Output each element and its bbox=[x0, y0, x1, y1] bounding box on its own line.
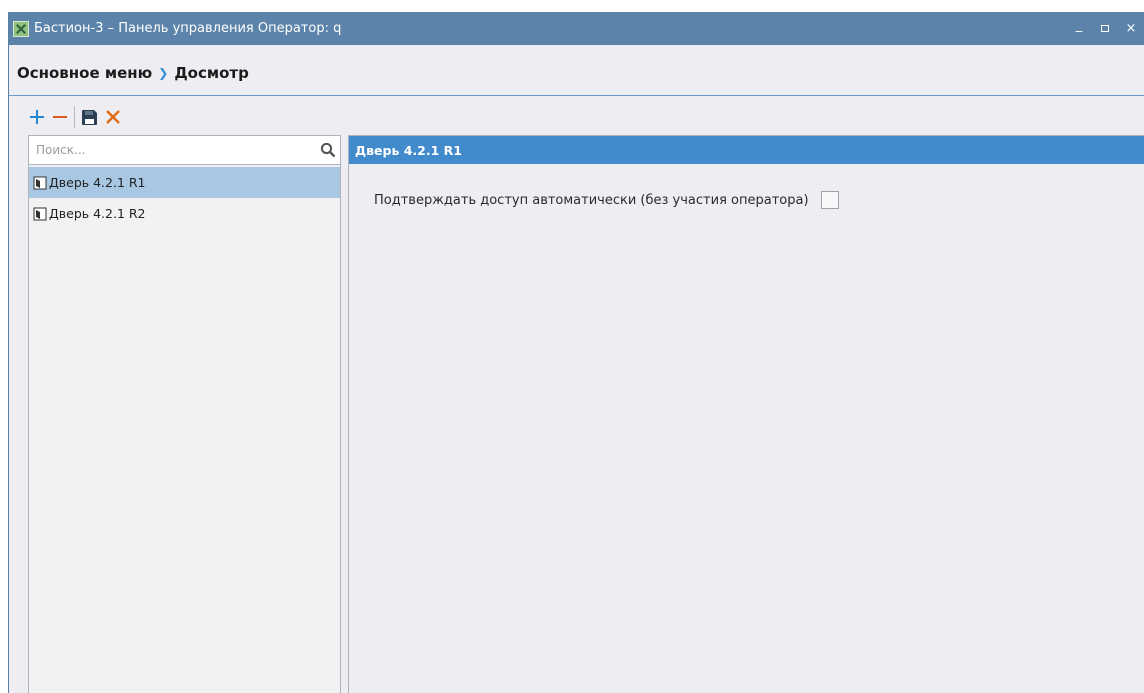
search-icon[interactable] bbox=[320, 142, 336, 158]
door-icon bbox=[33, 207, 47, 220]
toolbar-separator bbox=[74, 106, 75, 128]
search-input[interactable] bbox=[34, 142, 308, 158]
minimize-button[interactable]: _ bbox=[1066, 18, 1092, 33]
details-header: Дверь 4.2.1 R1 bbox=[349, 136, 1144, 164]
auto-confirm-option: Подтверждать доступ автоматически (без у… bbox=[374, 191, 839, 209]
save-icon bbox=[82, 109, 97, 125]
minus-icon bbox=[52, 116, 67, 118]
toolbar bbox=[25, 104, 124, 130]
app-logo-icon bbox=[13, 20, 29, 37]
door-list: Дверь 4.2.1 R1 Дверь 4.2.1 R2 bbox=[29, 167, 340, 229]
breadcrumb-root[interactable]: Основное меню bbox=[17, 64, 152, 82]
list-item[interactable]: Дверь 4.2.1 R1 bbox=[29, 167, 340, 198]
door-details-panel: Дверь 4.2.1 R1 Подтверждать доступ автом… bbox=[348, 135, 1144, 693]
remove-button[interactable] bbox=[48, 106, 71, 128]
plus-icon bbox=[29, 110, 44, 124]
header-divider bbox=[9, 95, 1144, 96]
app-window: Бастион-3 – Панель управления Оператор: … bbox=[8, 12, 1144, 693]
close-icon bbox=[105, 110, 120, 124]
save-button[interactable] bbox=[78, 106, 101, 128]
add-button[interactable] bbox=[25, 106, 48, 128]
maximize-button[interactable] bbox=[1092, 21, 1118, 36]
breadcrumb-current: Досмотр bbox=[174, 64, 249, 82]
list-item[interactable]: Дверь 4.2.1 R2 bbox=[29, 198, 340, 229]
title-bar[interactable]: Бастион-3 – Панель управления Оператор: … bbox=[9, 12, 1144, 45]
auto-confirm-checkbox[interactable] bbox=[820, 191, 839, 209]
chevron-right-icon: ❯ bbox=[158, 66, 169, 80]
window-title: Бастион-3 – Панель управления Оператор: … bbox=[34, 21, 342, 36]
maximize-icon bbox=[1101, 25, 1109, 32]
window-controls: _ × bbox=[1066, 18, 1144, 36]
list-item-label: Дверь 4.2.1 R1 bbox=[49, 175, 146, 190]
door-list-panel: Дверь 4.2.1 R1 Дверь 4.2.1 R2 bbox=[28, 135, 341, 693]
search-box bbox=[29, 136, 340, 165]
door-icon bbox=[33, 176, 47, 189]
cancel-button[interactable] bbox=[101, 106, 124, 128]
close-window-button[interactable]: × bbox=[1118, 21, 1144, 36]
breadcrumb: Основное меню ❯ Досмотр bbox=[17, 64, 249, 82]
auto-confirm-label: Подтверждать доступ автоматически (без у… bbox=[374, 192, 809, 208]
list-item-label: Дверь 4.2.1 R2 bbox=[49, 206, 146, 221]
